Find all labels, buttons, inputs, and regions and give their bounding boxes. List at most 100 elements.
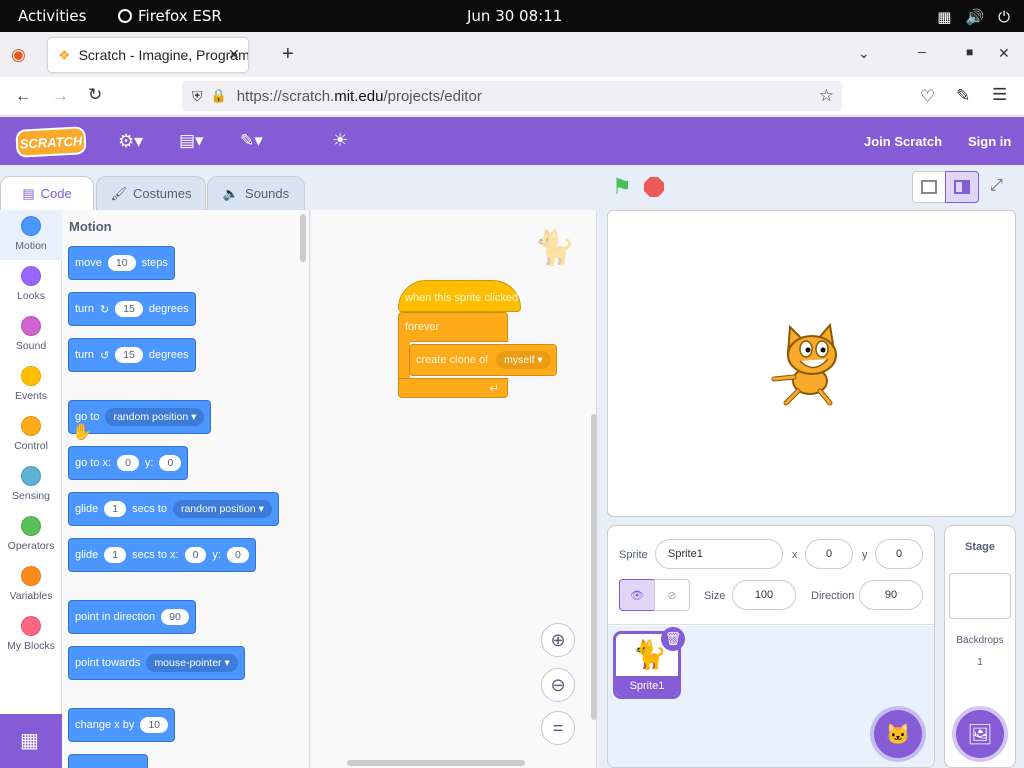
- small-stage-button[interactable]: [912, 171, 946, 203]
- stage-canvas[interactable]: [607, 210, 1016, 517]
- show-sprite-button[interactable]: 👁: [619, 579, 655, 611]
- palette-scrollbar[interactable]: [300, 214, 306, 262]
- block-turn-right[interactable]: turn ↻ 15 degrees: [68, 292, 196, 326]
- backdrops-label: Backdrops: [956, 635, 1004, 646]
- category-motion[interactable]: Motion: [0, 210, 62, 260]
- add-extension-button[interactable]: ▦: [0, 714, 62, 768]
- settings-gear-icon[interactable]: ⚙▾: [118, 132, 143, 150]
- category-my-blocks[interactable]: My Blocks: [0, 610, 62, 660]
- looks-dot-icon: [21, 266, 41, 286]
- firefox-view-icon[interactable]: ◉: [11, 46, 26, 63]
- new-tab-icon[interactable]: +: [282, 44, 294, 64]
- green-flag-icon[interactable]: ⚑: [612, 176, 632, 198]
- large-stage-button[interactable]: [945, 171, 979, 203]
- edit-menu-icon[interactable]: ✎▾: [240, 132, 263, 149]
- pocket-icon[interactable]: ♡: [920, 88, 935, 105]
- clock[interactable]: Jun 30 08:11: [467, 7, 562, 25]
- delete-sprite-button[interactable]: 🗑: [661, 627, 685, 651]
- block-partial[interactable]: [68, 754, 148, 768]
- bookmark-star-icon[interactable]: ☆: [819, 86, 834, 106]
- sprite-y-input[interactable]: 0: [875, 539, 923, 569]
- sign-in-link[interactable]: Sign in: [968, 134, 1011, 149]
- close-window-icon[interactable]: ✕: [998, 46, 1010, 60]
- close-tab-icon[interactable]: ✕: [228, 47, 240, 61]
- block-move-steps[interactable]: move 10 steps: [68, 246, 175, 280]
- secs-input[interactable]: 1: [104, 501, 127, 517]
- motion-dot-icon: [21, 216, 41, 236]
- block-point-towards[interactable]: point towards mouse-pointer ▾: [68, 646, 245, 680]
- category-looks[interactable]: Looks: [0, 260, 62, 310]
- clone-target-dropdown[interactable]: myself ▾: [496, 351, 551, 369]
- direction-input[interactable]: 90: [161, 609, 189, 625]
- hat-block-when-clicked[interactable]: when this sprite clicked: [398, 280, 521, 312]
- category-control[interactable]: Control: [0, 410, 62, 460]
- y-input[interactable]: 0: [226, 547, 249, 563]
- degrees-input[interactable]: 15: [115, 347, 143, 363]
- block-glide-xy[interactable]: glide 1 secs to x: 0 y: 0: [68, 538, 256, 572]
- stage-thumbnail[interactable]: [949, 573, 1011, 619]
- sprite-direction-input[interactable]: 90: [859, 580, 923, 610]
- block-change-x[interactable]: change x by 10: [68, 708, 176, 742]
- category-sound[interactable]: Sound: [0, 310, 62, 360]
- back-icon[interactable]: ←: [15, 87, 32, 104]
- forward-icon[interactable]: →: [52, 87, 69, 104]
- zoom-reset-button[interactable]: =: [541, 711, 575, 745]
- create-clone-block[interactable]: create clone of myself ▾: [409, 344, 557, 376]
- system-tray[interactable]: ▦ 🔊 ⏻: [937, 8, 1010, 26]
- secs-input[interactable]: 1: [104, 547, 127, 563]
- x-input[interactable]: 0: [184, 547, 207, 563]
- menu-icon[interactable]: ☰: [992, 86, 1007, 103]
- loop-arrow-icon: ↵: [489, 382, 499, 395]
- sprite-thumbnail-label: Sprite1: [616, 676, 678, 696]
- tab-list-icon[interactable]: ⌄: [858, 46, 870, 60]
- category-events[interactable]: Events: [0, 360, 62, 410]
- glide-target-dropdown[interactable]: random position ▾: [172, 500, 272, 518]
- hide-sprite-button[interactable]: ⊘: [654, 579, 690, 611]
- forever-block[interactable]: forever: [398, 312, 508, 342]
- sprite-x-input[interactable]: 0: [805, 539, 853, 569]
- tab-costumes[interactable]: 🖌 Costumes: [96, 176, 206, 210]
- file-menu-icon[interactable]: ▤▾: [179, 132, 204, 149]
- sprite-name-input[interactable]: Sprite1: [655, 539, 783, 569]
- category-variables[interactable]: Variables: [0, 560, 62, 610]
- scratch-logo[interactable]: SCRATCH: [15, 126, 87, 158]
- block-glide-to[interactable]: glide 1 secs to random position ▾: [68, 492, 279, 526]
- tab-sounds[interactable]: 🔈 Sounds: [207, 176, 305, 210]
- cat-sprite-icon[interactable]: [768, 319, 858, 409]
- scrollbar-vertical[interactable]: [591, 414, 597, 720]
- choose-sprite-button[interactable]: 🐱: [874, 710, 922, 758]
- steps-input[interactable]: 10: [107, 255, 136, 271]
- zoom-in-button[interactable]: ⊕: [541, 623, 575, 657]
- block-palette[interactable]: Motion move 10 steps turn ↻ 15 degrees turn ↺ 1…: [62, 210, 310, 768]
- activities-button[interactable]: Activities: [18, 7, 86, 25]
- degrees-input[interactable]: 15: [115, 301, 143, 317]
- choose-backdrop-button[interactable]: 🖼: [956, 710, 1004, 758]
- stop-icon[interactable]: [644, 177, 664, 197]
- sprite-size-input[interactable]: 100: [732, 580, 796, 610]
- url-text: https://scratch.mit.edu/projects/editor: [236, 87, 482, 105]
- x-input[interactable]: 0: [117, 455, 139, 471]
- block-point-in-direction[interactable]: point in direction 90: [68, 600, 196, 634]
- block-turn-left[interactable]: turn ↺ 15 degrees: [68, 338, 196, 372]
- fullscreen-icon[interactable]: ⤢: [990, 178, 1003, 194]
- browser-tab[interactable]: ❖ Scratch - Imagine, Program, Share: [48, 38, 248, 72]
- tab-code[interactable]: ▤ Code: [0, 176, 94, 210]
- category-operators[interactable]: Operators: [0, 510, 62, 560]
- tutorials-bulb-icon[interactable]: ☀: [332, 131, 348, 149]
- minimize-icon[interactable]: –: [918, 44, 926, 58]
- towards-dropdown[interactable]: mouse-pointer ▾: [146, 654, 238, 672]
- zoom-out-button[interactable]: ⊖: [541, 668, 575, 702]
- change-x-input[interactable]: 10: [140, 717, 169, 733]
- scrollbar-horizontal[interactable]: [347, 760, 525, 766]
- app-menu[interactable]: Firefox ESR: [118, 7, 222, 25]
- brush-icon: 🖌: [110, 185, 127, 201]
- maximize-icon[interactable]: ■: [966, 46, 973, 58]
- block-go-to-xy[interactable]: go to x: 0 y: 0: [68, 446, 189, 480]
- join-scratch-link[interactable]: Join Scratch: [864, 134, 942, 149]
- reload-icon[interactable]: ↻: [88, 86, 102, 103]
- url-bar[interactable]: ⛨ 🔒 https://scratch.mit.edu/projects/edi…: [182, 81, 842, 111]
- extensions-icon[interactable]: ✎: [956, 87, 970, 104]
- category-sensing[interactable]: Sensing: [0, 460, 62, 510]
- y-input[interactable]: 0: [159, 455, 182, 471]
- goto-target-dropdown[interactable]: random position ▾: [105, 408, 205, 426]
